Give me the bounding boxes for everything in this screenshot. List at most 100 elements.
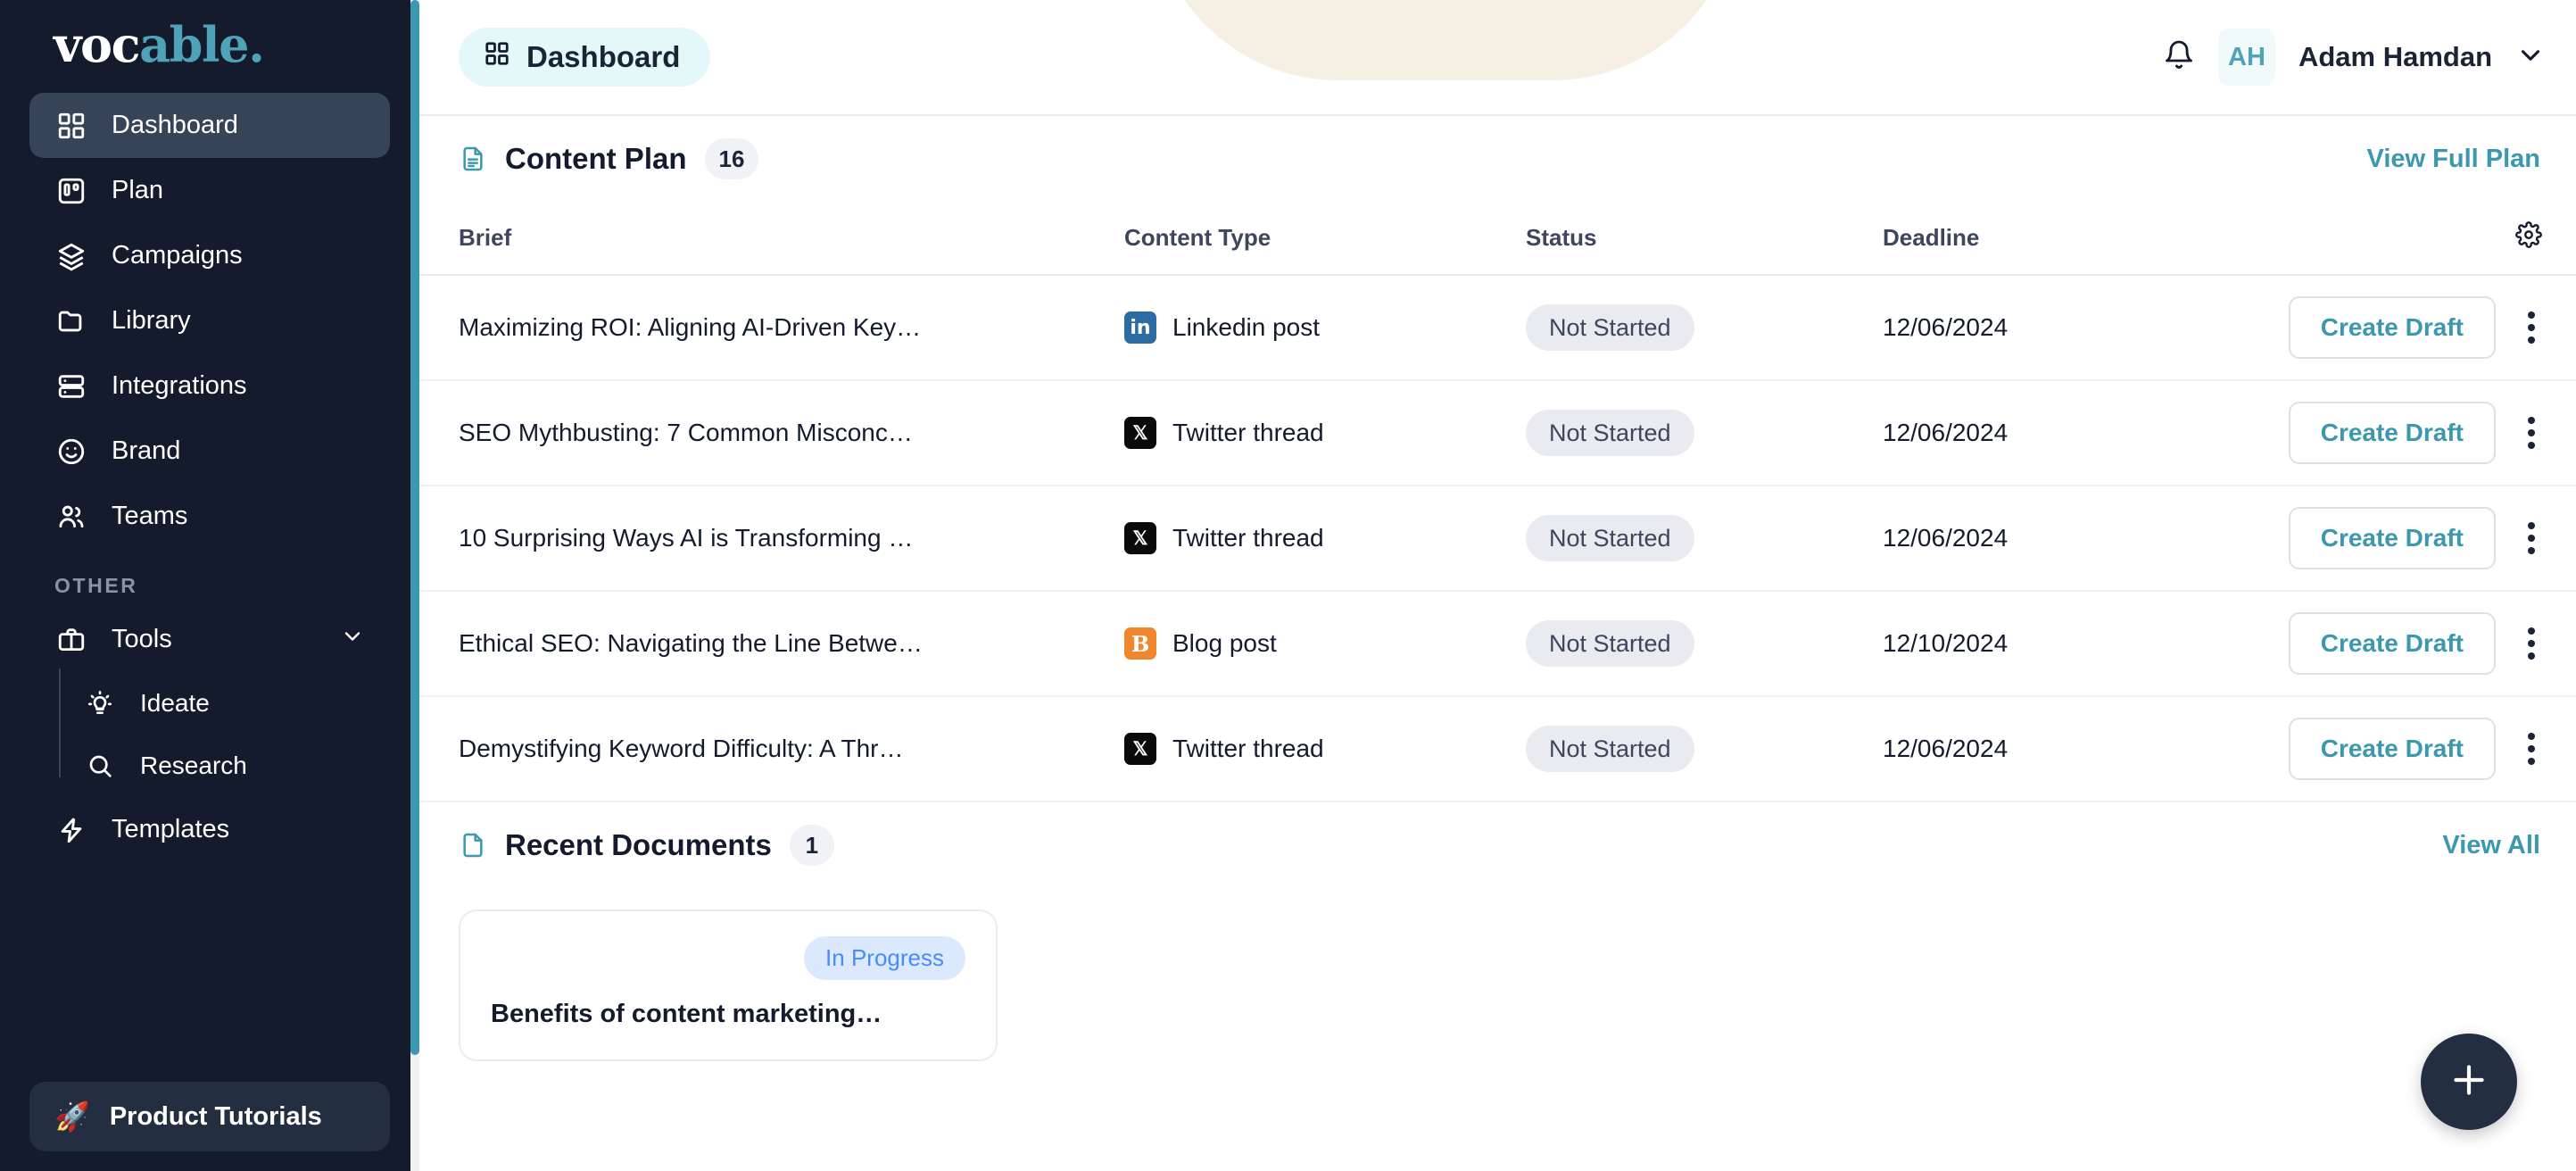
column-header-brief[interactable]: Brief (419, 202, 1124, 276)
blogger-icon: B (1124, 627, 1156, 660)
document-card-title: Benefits of content marketing… (491, 1000, 882, 1028)
sidebar-section-label: OTHER (54, 574, 138, 597)
create-draft-button[interactable]: Create Draft (2288, 296, 2496, 359)
sidebar-item-research[interactable]: Research (58, 735, 390, 797)
recent-documents-title: Recent Documents (505, 828, 772, 861)
table-row[interactable]: SEO Mythbusting: 7 Common Misconc… 𝕏 Twi… (419, 380, 2576, 486)
document-icon (459, 830, 487, 860)
cell-content-type: in Linkedin post (1124, 311, 1526, 344)
search-icon (83, 749, 117, 783)
sidebar: vocable. Dashboard Plan Campaigns Librar… (0, 0, 419, 1171)
table-row[interactable]: 10 Surprising Ways AI is Transforming … … (419, 486, 2576, 592)
create-draft-button[interactable]: Create Draft (2288, 718, 2496, 780)
sidebar-item-plan[interactable]: Plan (29, 158, 390, 223)
sidebar-item-label: Ideate (140, 689, 210, 717)
cell-content-type-label: Twitter thread (1172, 419, 1324, 446)
row-menu-icon[interactable] (2521, 410, 2542, 456)
recent-documents-header: Recent Documents 1 View All (419, 802, 2576, 888)
create-draft-button[interactable]: Create Draft (2288, 402, 2496, 464)
cell-deadline: 12/06/2024 (1883, 524, 2009, 552)
cell-content-type: 𝕏 Twitter thread (1124, 522, 1526, 554)
sidebar-item-library[interactable]: Library (29, 288, 390, 353)
app-root: vocable. Dashboard Plan Campaigns Librar… (0, 0, 2576, 1171)
cell-content-type: 𝕏 Twitter thread (1124, 733, 1526, 765)
server-icon (54, 370, 88, 403)
table-row[interactable]: Demystifying Keyword Difficulty: A Thr… … (419, 696, 2576, 802)
layers-icon (54, 239, 88, 273)
row-menu-icon[interactable] (2521, 304, 2542, 351)
content-plan-count: 16 (704, 138, 759, 179)
page-title: Dashboard (526, 40, 681, 73)
sidebar-item-integrations[interactable]: Integrations (29, 353, 390, 419)
row-actions: Create Draft (2240, 507, 2576, 569)
row-menu-icon[interactable] (2521, 515, 2542, 561)
view-all-link[interactable]: View All (2442, 831, 2540, 860)
status-badge: Not Started (1526, 726, 1694, 772)
create-draft-button[interactable]: Create Draft (2288, 612, 2496, 675)
sidebar-item-tools[interactable]: Tools (29, 607, 390, 672)
main-content: Dashboard AH Adam Hamdan Content Plan 16… (419, 0, 2576, 1171)
cell-deadline: 12/10/2024 (1883, 629, 2009, 657)
bell-icon[interactable] (2163, 39, 2195, 76)
row-actions: Create Draft (2240, 296, 2576, 359)
cell-brief: Maximizing ROI: Aligning AI-Driven Key… (459, 313, 922, 341)
sidebar-item-dashboard[interactable]: Dashboard (29, 93, 390, 158)
document-card-badge-row: In Progress (491, 936, 965, 980)
sidebar-item-label: Library (112, 306, 191, 335)
content-plan-title: Content Plan (505, 142, 687, 175)
sidebar-item-ideate[interactable]: Ideate (58, 672, 390, 735)
avatar[interactable]: AH (2217, 29, 2275, 86)
sidebar-item-product-tutorials[interactable]: 🚀 Product Tutorials (29, 1082, 390, 1151)
sidebar-item-label: Campaigns (112, 241, 243, 270)
table-row[interactable]: Maximizing ROI: Aligning AI-Driven Key… … (419, 275, 2576, 381)
cell-content-type-label: Twitter thread (1172, 735, 1324, 762)
sidebar-item-label: Plan (112, 176, 164, 204)
add-button[interactable] (2421, 1034, 2517, 1130)
status-badge: Not Started (1526, 410, 1694, 456)
sidebar-item-campaigns[interactable]: Campaigns (29, 223, 390, 288)
logo-text-accent: able. (139, 16, 265, 73)
briefcase-icon (54, 623, 88, 657)
status-badge: Not Started (1526, 620, 1694, 667)
sidebar-item-label: Brand (112, 436, 181, 465)
cell-deadline: 12/06/2024 (1883, 313, 2009, 341)
row-menu-icon[interactable] (2521, 620, 2542, 667)
twitter-x-icon: 𝕏 (1124, 522, 1156, 554)
sidebar-tools-children: Ideate Research (29, 669, 390, 797)
cell-deadline: 12/06/2024 (1883, 735, 2009, 762)
column-header-content-type[interactable]: Content Type (1124, 202, 1526, 276)
content-plan-table: Brief Content Type Status Deadline Maxim… (419, 202, 2576, 802)
sidebar-nav: Dashboard Plan Campaigns Library Integra… (29, 93, 390, 549)
app-logo[interactable]: vocable. (54, 16, 390, 73)
sidebar-scrollbar-track[interactable] (410, 0, 419, 1171)
document-card[interactable]: In Progress Benefits of content marketin… (459, 909, 998, 1061)
table-row[interactable]: Ethical SEO: Navigating the Line Betwe… … (419, 591, 2576, 697)
users-icon (54, 500, 88, 534)
sidebar-scrollbar-thumb[interactable] (410, 0, 419, 1055)
row-actions: Create Draft (2240, 612, 2576, 675)
grid-icon (484, 40, 510, 74)
recent-documents-count: 1 (789, 825, 834, 866)
sidebar-item-teams[interactable]: Teams (29, 484, 390, 549)
logo-text-primary: voc (54, 16, 140, 73)
view-full-plan-link[interactable]: View Full Plan (2367, 145, 2540, 174)
cell-content-type-label: Twitter thread (1172, 524, 1324, 552)
chevron-down-icon[interactable] (340, 624, 365, 656)
document-icon (459, 144, 487, 174)
column-header-deadline[interactable]: Deadline (1883, 202, 2240, 276)
cell-content-type-label: Linkedin post (1172, 313, 1321, 341)
cell-brief: Demystifying Keyword Difficulty: A Thr… (459, 735, 904, 762)
gear-icon[interactable] (2515, 221, 2542, 253)
twitter-x-icon: 𝕏 (1124, 417, 1156, 449)
column-header-status[interactable]: Status (1526, 202, 1883, 276)
row-menu-icon[interactable] (2521, 726, 2542, 772)
sidebar-item-templates[interactable]: Templates (29, 797, 390, 862)
chevron-down-icon[interactable] (2515, 40, 2546, 75)
user-name: Adam Hamdan (2298, 41, 2492, 72)
row-actions: Create Draft (2240, 402, 2576, 464)
table-header-row: Brief Content Type Status Deadline (419, 202, 2576, 276)
sidebar-item-brand[interactable]: Brand (29, 419, 390, 484)
page-title-pill[interactable]: Dashboard (459, 28, 711, 87)
create-draft-button[interactable]: Create Draft (2288, 507, 2496, 569)
